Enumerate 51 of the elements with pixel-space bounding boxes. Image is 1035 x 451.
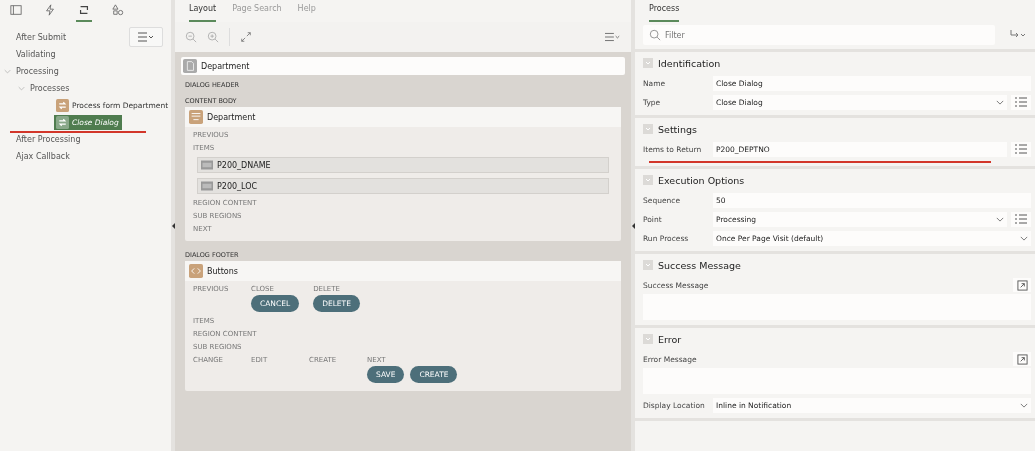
- expand-icon[interactable]: [240, 31, 252, 43]
- region-title: Buttons: [207, 266, 238, 276]
- chevron-down-icon[interactable]: [996, 100, 1004, 105]
- section-title: Error: [658, 333, 682, 345]
- list-button[interactable]: [1011, 212, 1031, 227]
- text-field-icon: [201, 181, 213, 191]
- collapse-toggle[interactable]: [643, 124, 653, 134]
- chevron-down-icon[interactable]: [996, 217, 1004, 222]
- shapes-icon: [112, 4, 124, 16]
- process-icon: [56, 99, 69, 112]
- tree-item[interactable]: Processing: [16, 67, 59, 76]
- page-icon: [183, 59, 197, 73]
- page-item[interactable]: P200_DNAME: [197, 157, 609, 173]
- chevron-down-icon[interactable]: [1020, 236, 1028, 241]
- zoom-in-icon[interactable]: [207, 31, 219, 43]
- open-editor-button[interactable]: [1013, 352, 1031, 366]
- lightning-icon: [44, 4, 56, 16]
- menu-button[interactable]: [129, 27, 163, 47]
- section-title: Identification: [658, 57, 721, 69]
- tree-item[interactable]: After Processing: [16, 135, 81, 144]
- menu-icon[interactable]: [605, 31, 621, 43]
- search-icon: [649, 29, 661, 41]
- zoom-out-icon[interactable]: [185, 31, 197, 43]
- page-item[interactable]: P200_LOC: [197, 178, 609, 194]
- code-icon: [189, 264, 203, 278]
- region-title: Department: [207, 112, 256, 122]
- list-button[interactable]: [1011, 142, 1031, 157]
- list-button[interactable]: [1011, 95, 1031, 110]
- panel-tab[interactable]: Process: [649, 4, 680, 22]
- text-field-icon: [201, 160, 213, 170]
- panel-layout-icon: [10, 4, 22, 16]
- tree-item[interactable]: Processes: [30, 84, 70, 93]
- form-icon: [189, 110, 203, 124]
- process-icon: [56, 116, 69, 129]
- page-card[interactable]: Department: [181, 57, 625, 75]
- tree-item[interactable]: Ajax Callback: [16, 152, 70, 161]
- collapse-toggle[interactable]: [643, 175, 653, 185]
- tree-item[interactable]: Validating: [16, 50, 56, 59]
- section-title: Settings: [658, 123, 697, 135]
- menu-icon: [138, 32, 154, 42]
- loop-arrows-icon: [78, 4, 90, 16]
- processing-tab[interactable]: [76, 4, 92, 22]
- section-title: Execution Options: [658, 174, 745, 186]
- section-title: Success Message: [658, 259, 741, 271]
- collapse-toggle[interactable]: [643, 260, 653, 270]
- chevron-down-icon[interactable]: [1020, 403, 1028, 408]
- filter-field[interactable]: Filter: [643, 25, 995, 45]
- collapse-toggle[interactable]: [643, 334, 653, 344]
- collapse-toggle[interactable]: [643, 58, 653, 68]
- open-editor-button[interactable]: [1013, 278, 1031, 292]
- tree-item[interactable]: After Submit: [16, 33, 67, 42]
